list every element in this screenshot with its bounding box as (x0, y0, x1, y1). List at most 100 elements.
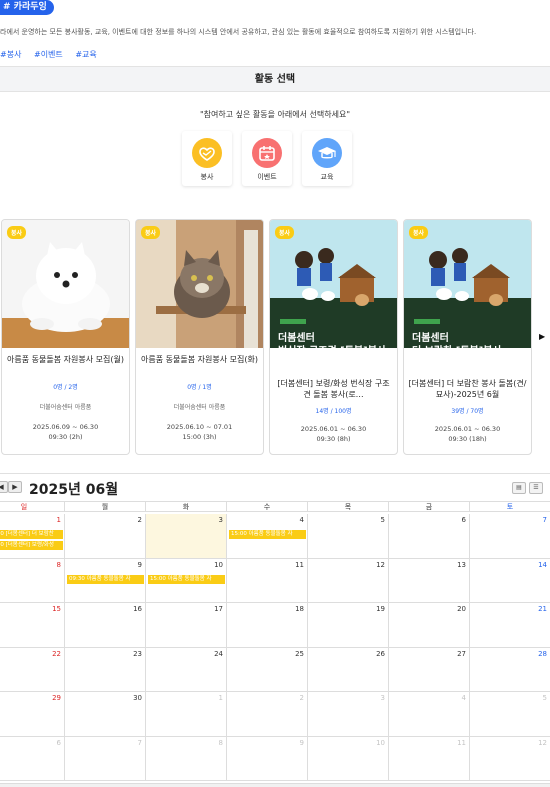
volunteer-icon (192, 138, 222, 168)
calendar-event[interactable]: 15:00 아름품 동물돌봄 자 (148, 574, 225, 584)
activity-section-title: 활동 선택 (0, 67, 550, 92)
calendar-day-cell[interactable]: 10 (308, 736, 389, 781)
day-number: 29 (52, 694, 61, 702)
card-date-range: 2025.06.09 ~ 06.30 (32, 423, 99, 431)
day-number: 5 (380, 516, 385, 524)
card-image-cat (136, 220, 263, 348)
calendar-day-cell[interactable]: 14 (470, 559, 550, 603)
calendar-view-month-button[interactable]: ▤ (512, 482, 526, 494)
day-number: 4 (299, 516, 304, 524)
day-number: 11 (457, 738, 466, 747)
education-icon (312, 138, 342, 168)
day-number: 30 (133, 694, 142, 702)
calendar-day-cell[interactable]: 2 (65, 514, 146, 559)
hashtag-event[interactable]: #이벤트 (34, 50, 63, 59)
calendar-day-cell[interactable]: 17 (146, 603, 227, 648)
day-number: 26 (376, 649, 385, 658)
day-number: 25 (295, 649, 304, 658)
brand-tag: # 카라두잉 (0, 0, 54, 15)
day-number: 15 (52, 605, 61, 613)
calendar-view-list-button[interactable]: ☰ (529, 482, 543, 494)
calendar-day-cell[interactable]: 7 (470, 514, 550, 559)
activity-card[interactable]: 봉사 더봄센터 더 보람찬 [돌봄]봉사 [더봄센터] 더 보람찬 봉사 돌봄(… (403, 219, 532, 455)
calendar-event[interactable]: 09:30 아름품 동물돌봄 자 (67, 574, 144, 584)
card-participant-count: 0명 / 1명 (187, 384, 212, 391)
activity-card[interactable]: 봉사 아름품 동물돌봄 자원봉사 모집(월) 0명 / 2명 더불어숨센터 아름… (1, 219, 130, 455)
card-image-poster (404, 220, 531, 348)
calendar-day-cell[interactable]: 13 (389, 558, 470, 603)
calendar-day-cell[interactable]: 3 (308, 692, 389, 737)
calendar-day-cell[interactable]: 11 (227, 558, 308, 603)
calendar-day-cell[interactable]: 4 (389, 692, 470, 737)
card-category-badge: 봉사 (7, 226, 27, 239)
calendar-prev-button[interactable]: ◀ (0, 481, 8, 493)
day-number: 10 (214, 560, 223, 569)
day-number: 14 (538, 560, 547, 569)
calendar-day-cell[interactable]: 30 (65, 692, 146, 737)
category-volunteer-button[interactable]: 봉사 (182, 131, 232, 186)
calendar-day-cell[interactable]: 24 (146, 647, 227, 692)
calendar-event[interactable]: 15:00 아름품 동물돌봄 자 (229, 530, 306, 539)
calendar-day-cell[interactable]: 20 (389, 603, 470, 648)
calendar-day-cell[interactable]: 29 (0, 692, 65, 737)
day-number: 6 (56, 738, 61, 747)
day-number: 27 (457, 649, 466, 658)
day-number: 13 (457, 560, 466, 569)
calendar-day-cell[interactable]: 22 (0, 647, 65, 692)
calendar-day-cell[interactable]: 5 (308, 514, 389, 559)
calendar-day-cell[interactable]: 6 (389, 514, 470, 559)
day-number: 17 (214, 605, 223, 613)
calendar-event-icon (252, 138, 282, 168)
card-time: 09:30 (2h) (48, 433, 83, 441)
activity-card[interactable]: 봉사 더봄센터 번식장 구조견 [돌봄]봉사 [더봄센터] 보령/화성 번식장 … (269, 219, 398, 455)
calendar-day-cell[interactable]: 16 (65, 603, 146, 648)
calendar-day-cell[interactable]: 7 (65, 736, 146, 781)
calendar-day-cell[interactable]: 6 (0, 736, 65, 781)
card-time: 15:00 (3h) (182, 433, 217, 441)
card-title: [더봄센터] 더 보람찬 봉사 돌봄(견/묘사)-2025년 6월 (408, 379, 527, 399)
calendar-event[interactable]: 09:30 [더봄센터] 보령/화성 (0, 541, 63, 550)
carousel-next-arrow-icon[interactable]: ▶ (539, 332, 545, 341)
hashtag-volunteer[interactable]: #봉사 (0, 50, 21, 59)
calendar-day-cell[interactable]: 11 (389, 736, 470, 781)
calendar-day-cell[interactable]: 8 (0, 558, 65, 603)
day-number: 21 (538, 605, 547, 613)
card-organization: 더불어숨센터 아름품 (39, 404, 92, 411)
day-number: 9 (299, 738, 304, 747)
card-participant-count: 39명 / 70명 (451, 408, 484, 415)
calendar-day-cell[interactable]: 9 (227, 736, 308, 781)
activity-card[interactable]: 봉사 아름품 동물돌봄 자원봉사 모집(화) 0명 / 1명 더불어숨센터 아름… (135, 219, 264, 455)
calendar-day-cell[interactable]: 1 (146, 692, 227, 737)
day-number: 3 (380, 694, 385, 702)
poster-subtitle: 더 보람찬 [돌봄]봉사 (412, 346, 502, 357)
calendar-day-cell[interactable]: 25 (227, 647, 308, 692)
card-participant-count: 0명 / 2명 (53, 384, 78, 391)
activity-prompt: "참여하고 싶은 활동을 아래에서 선택하세요" (199, 110, 350, 119)
day-number: 1 (218, 694, 223, 702)
hashtag-education[interactable]: #교육 (75, 50, 96, 59)
calendar-day-cell[interactable]: 19 (308, 603, 389, 648)
calendar-day-cell[interactable]: 26 (308, 647, 389, 692)
calendar-day-cell[interactable]: 15 (0, 603, 65, 648)
day-number: 22 (52, 649, 61, 658)
weekday-header: 수 (227, 501, 308, 512)
day-number: 28 (538, 649, 547, 658)
calendar-day-cell[interactable]: 28 (470, 648, 550, 692)
calendar-day-cell[interactable]: 5 (470, 692, 550, 737)
category-education-button[interactable]: 교육 (302, 131, 352, 186)
calendar-day-cell[interactable]: 8 (146, 736, 227, 781)
calendar-day-cell[interactable]: 18 (227, 603, 308, 648)
calendar-day-cell[interactable]: 21 (470, 603, 550, 648)
calendar-day-cell[interactable]: 23 (65, 647, 146, 692)
calendar-day-cell[interactable]: 12 (308, 558, 389, 603)
calendar-day-cell[interactable]: 12 (470, 737, 550, 781)
calendar-day-cell[interactable]: 3 (146, 514, 227, 559)
card-time: 09:30 (18h) (448, 435, 487, 443)
calendar-footer (0, 783, 550, 787)
calendar-day-cell[interactable]: 27 (389, 647, 470, 692)
calendar-next-button[interactable]: ▶ (8, 481, 22, 493)
category-event-button[interactable]: 이벤트 (242, 131, 292, 186)
calendar-day-cell[interactable]: 2 (227, 692, 308, 737)
calendar-event[interactable]: 09:30 [더봄센터] 더 보람찬 (0, 530, 63, 539)
card-date-range: 2025.06.01 ~ 06.30 (300, 425, 367, 433)
